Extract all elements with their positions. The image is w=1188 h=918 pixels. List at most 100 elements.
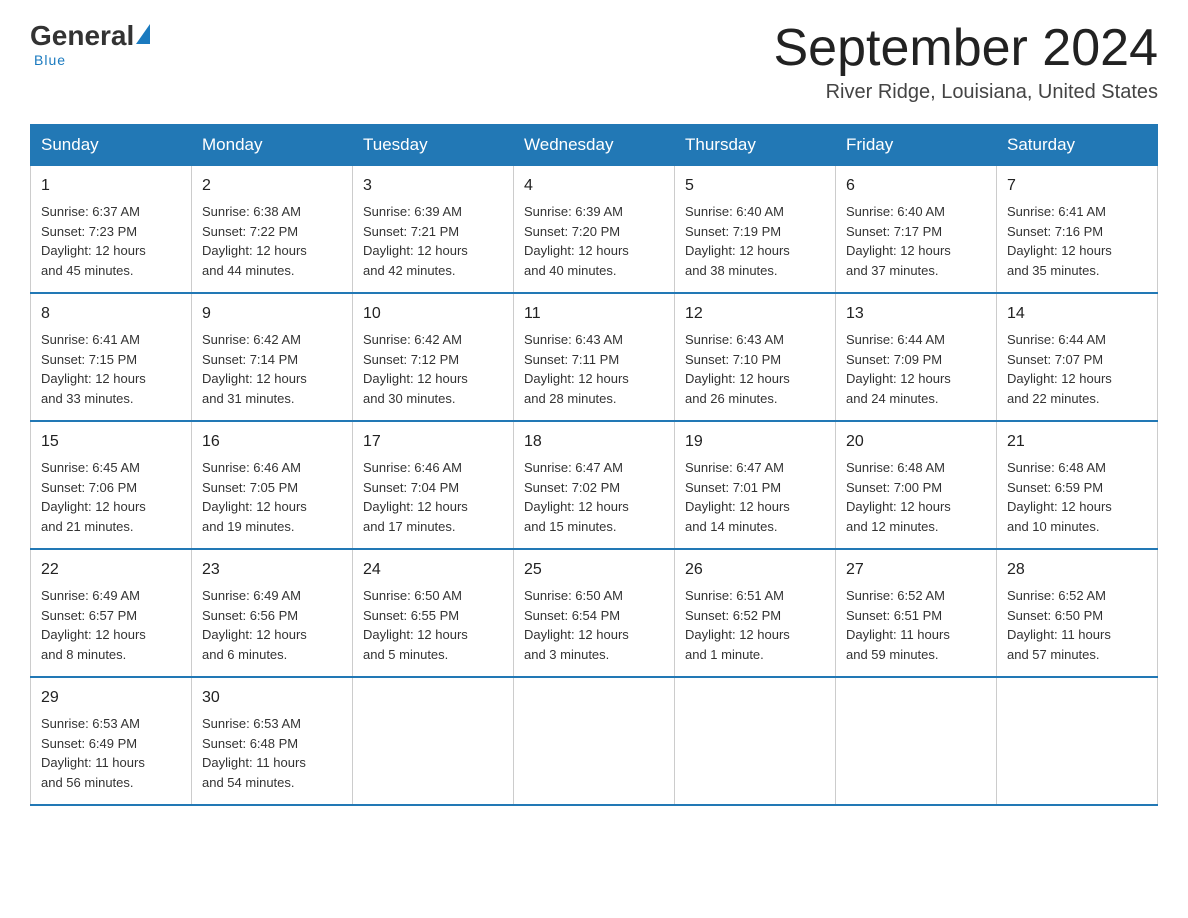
calendar-cell: 20 Sunrise: 6:48 AMSunset: 7:00 PMDayligh… (836, 421, 997, 549)
calendar-cell: 2Sunrise: 6:38 AMSunset: 7:22 PMDaylight… (192, 166, 353, 294)
calendar-cell (836, 677, 997, 805)
calendar-cell: 9 Sunrise: 6:42 AMSunset: 7:14 PMDaylight… (192, 293, 353, 421)
day-info: Sunrise: 6:52 AMSunset: 6:50 PMDaylight:… (1007, 586, 1147, 664)
day-info: Sunrise: 6:48 AMSunset: 7:00 PMDaylight:… (846, 458, 986, 536)
day-number: 30 (202, 686, 342, 710)
column-header-friday: Friday (836, 125, 997, 166)
day-number: 5 (685, 174, 825, 198)
calendar-cell: 15 Sunrise: 6:45 AMSunset: 7:06 PMDayligh… (31, 421, 192, 549)
month-title: September 2024 (774, 20, 1159, 77)
day-info: Sunrise: 6:39 AMSunset: 7:20 PMDaylight:… (524, 202, 664, 280)
calendar-cell: 12Sunrise: 6:43 AMSunset: 7:10 PMDayligh… (675, 293, 836, 421)
calendar-week-row: 22 Sunrise: 6:49 AMSunset: 6:57 PMDayligh… (31, 549, 1158, 677)
day-number: 23 (202, 558, 342, 582)
day-number: 3 (363, 174, 503, 198)
day-info: Sunrise: 6:44 AMSunset: 7:09 PMDaylight:… (846, 330, 986, 408)
calendar-cell: 3 Sunrise: 6:39 AMSunset: 7:21 PMDaylight… (353, 166, 514, 294)
day-number: 24 (363, 558, 503, 582)
day-number: 16 (202, 430, 342, 454)
day-number: 22 (41, 558, 181, 582)
day-info: Sunrise: 6:40 AMSunset: 7:19 PMDaylight:… (685, 202, 825, 280)
day-number: 4 (524, 174, 664, 198)
column-header-thursday: Thursday (675, 125, 836, 166)
calendar-week-row: 15 Sunrise: 6:45 AMSunset: 7:06 PMDayligh… (31, 421, 1158, 549)
day-info: Sunrise: 6:42 AMSunset: 7:14 PMDaylight:… (202, 330, 342, 408)
day-info: Sunrise: 6:43 AMSunset: 7:11 PMDaylight:… (524, 330, 664, 408)
calendar-header-row: SundayMondayTuesdayWednesdayThursdayFrid… (31, 125, 1158, 166)
day-number: 1 (41, 174, 181, 198)
day-number: 25 (524, 558, 664, 582)
column-header-wednesday: Wednesday (514, 125, 675, 166)
day-number: 20 (846, 430, 986, 454)
day-number: 2 (202, 174, 342, 198)
day-info: Sunrise: 6:45 AMSunset: 7:06 PMDaylight:… (41, 458, 181, 536)
day-number: 12 (685, 302, 825, 326)
calendar-cell: 6Sunrise: 6:40 AMSunset: 7:17 PMDaylight… (836, 166, 997, 294)
calendar-cell: 1 Sunrise: 6:37 AMSunset: 7:23 PMDaylight… (31, 166, 192, 294)
day-number: 6 (846, 174, 986, 198)
day-info: Sunrise: 6:51 AMSunset: 6:52 PMDaylight:… (685, 586, 825, 664)
logo-general-text: General (30, 20, 134, 52)
day-number: 28 (1007, 558, 1147, 582)
calendar-cell: 8 Sunrise: 6:41 AMSunset: 7:15 PMDaylight… (31, 293, 192, 421)
calendar-cell: 24 Sunrise: 6:50 AMSunset: 6:55 PMDayligh… (353, 549, 514, 677)
day-number: 11 (524, 302, 664, 326)
day-number: 26 (685, 558, 825, 582)
day-info: Sunrise: 6:46 AMSunset: 7:05 PMDaylight:… (202, 458, 342, 536)
day-info: Sunrise: 6:41 AMSunset: 7:16 PMDaylight:… (1007, 202, 1147, 280)
day-number: 9 (202, 302, 342, 326)
calendar-week-row: 8 Sunrise: 6:41 AMSunset: 7:15 PMDaylight… (31, 293, 1158, 421)
calendar-cell: 16 Sunrise: 6:46 AMSunset: 7:05 PMDayligh… (192, 421, 353, 549)
column-header-monday: Monday (192, 125, 353, 166)
calendar-cell: 14 Sunrise: 6:44 AMSunset: 7:07 PMDayligh… (997, 293, 1158, 421)
day-info: Sunrise: 6:47 AMSunset: 7:02 PMDaylight:… (524, 458, 664, 536)
day-number: 10 (363, 302, 503, 326)
day-number: 15 (41, 430, 181, 454)
day-number: 7 (1007, 174, 1147, 198)
day-info: Sunrise: 6:41 AMSunset: 7:15 PMDaylight:… (41, 330, 181, 408)
calendar-cell (353, 677, 514, 805)
calendar-cell: 19 Sunrise: 6:47 AMSunset: 7:01 PMDayligh… (675, 421, 836, 549)
calendar-cell: 22 Sunrise: 6:49 AMSunset: 6:57 PMDayligh… (31, 549, 192, 677)
calendar-cell: 27 Sunrise: 6:52 AMSunset: 6:51 PMDayligh… (836, 549, 997, 677)
day-number: 29 (41, 686, 181, 710)
day-number: 27 (846, 558, 986, 582)
calendar-cell: 29 Sunrise: 6:53 AMSunset: 6:49 PMDayligh… (31, 677, 192, 805)
day-info: Sunrise: 6:37 AMSunset: 7:23 PMDaylight:… (41, 202, 181, 280)
calendar-cell (675, 677, 836, 805)
day-info: Sunrise: 6:44 AMSunset: 7:07 PMDaylight:… (1007, 330, 1147, 408)
day-number: 19 (685, 430, 825, 454)
location-text: River Ridge, Louisiana, United States (774, 81, 1159, 104)
day-info: Sunrise: 6:53 AMSunset: 6:48 PMDaylight:… (202, 714, 342, 792)
calendar-cell: 25Sunrise: 6:50 AMSunset: 6:54 PMDayligh… (514, 549, 675, 677)
calendar-cell: 10 Sunrise: 6:42 AMSunset: 7:12 PMDayligh… (353, 293, 514, 421)
calendar-cell (997, 677, 1158, 805)
logo: General Blue (30, 20, 150, 68)
column-header-saturday: Saturday (997, 125, 1158, 166)
calendar-cell: 11 Sunrise: 6:43 AMSunset: 7:11 PMDayligh… (514, 293, 675, 421)
day-info: Sunrise: 6:48 AMSunset: 6:59 PMDaylight:… (1007, 458, 1147, 536)
calendar-cell: 17Sunrise: 6:46 AMSunset: 7:04 PMDayligh… (353, 421, 514, 549)
calendar-cell: 28 Sunrise: 6:52 AMSunset: 6:50 PMDayligh… (997, 549, 1158, 677)
calendar-week-row: 1 Sunrise: 6:37 AMSunset: 7:23 PMDaylight… (31, 166, 1158, 294)
calendar-cell: 4 Sunrise: 6:39 AMSunset: 7:20 PMDaylight… (514, 166, 675, 294)
column-header-sunday: Sunday (31, 125, 192, 166)
page-header: General Blue September 2024 River Ridge,… (30, 20, 1158, 104)
calendar-table: SundayMondayTuesdayWednesdayThursdayFrid… (30, 124, 1158, 806)
day-info: Sunrise: 6:49 AMSunset: 6:56 PMDaylight:… (202, 586, 342, 664)
day-info: Sunrise: 6:42 AMSunset: 7:12 PMDaylight:… (363, 330, 503, 408)
day-info: Sunrise: 6:50 AMSunset: 6:55 PMDaylight:… (363, 586, 503, 664)
day-info: Sunrise: 6:39 AMSunset: 7:21 PMDaylight:… (363, 202, 503, 280)
day-info: Sunrise: 6:47 AMSunset: 7:01 PMDaylight:… (685, 458, 825, 536)
day-info: Sunrise: 6:53 AMSunset: 6:49 PMDaylight:… (41, 714, 181, 792)
day-info: Sunrise: 6:52 AMSunset: 6:51 PMDaylight:… (846, 586, 986, 664)
day-number: 14 (1007, 302, 1147, 326)
calendar-cell: 13Sunrise: 6:44 AMSunset: 7:09 PMDayligh… (836, 293, 997, 421)
day-info: Sunrise: 6:49 AMSunset: 6:57 PMDaylight:… (41, 586, 181, 664)
calendar-cell (514, 677, 675, 805)
calendar-cell: 21Sunrise: 6:48 AMSunset: 6:59 PMDayligh… (997, 421, 1158, 549)
day-number: 8 (41, 302, 181, 326)
calendar-cell: 5 Sunrise: 6:40 AMSunset: 7:19 PMDaylight… (675, 166, 836, 294)
column-header-tuesday: Tuesday (353, 125, 514, 166)
calendar-cell: 18Sunrise: 6:47 AMSunset: 7:02 PMDayligh… (514, 421, 675, 549)
